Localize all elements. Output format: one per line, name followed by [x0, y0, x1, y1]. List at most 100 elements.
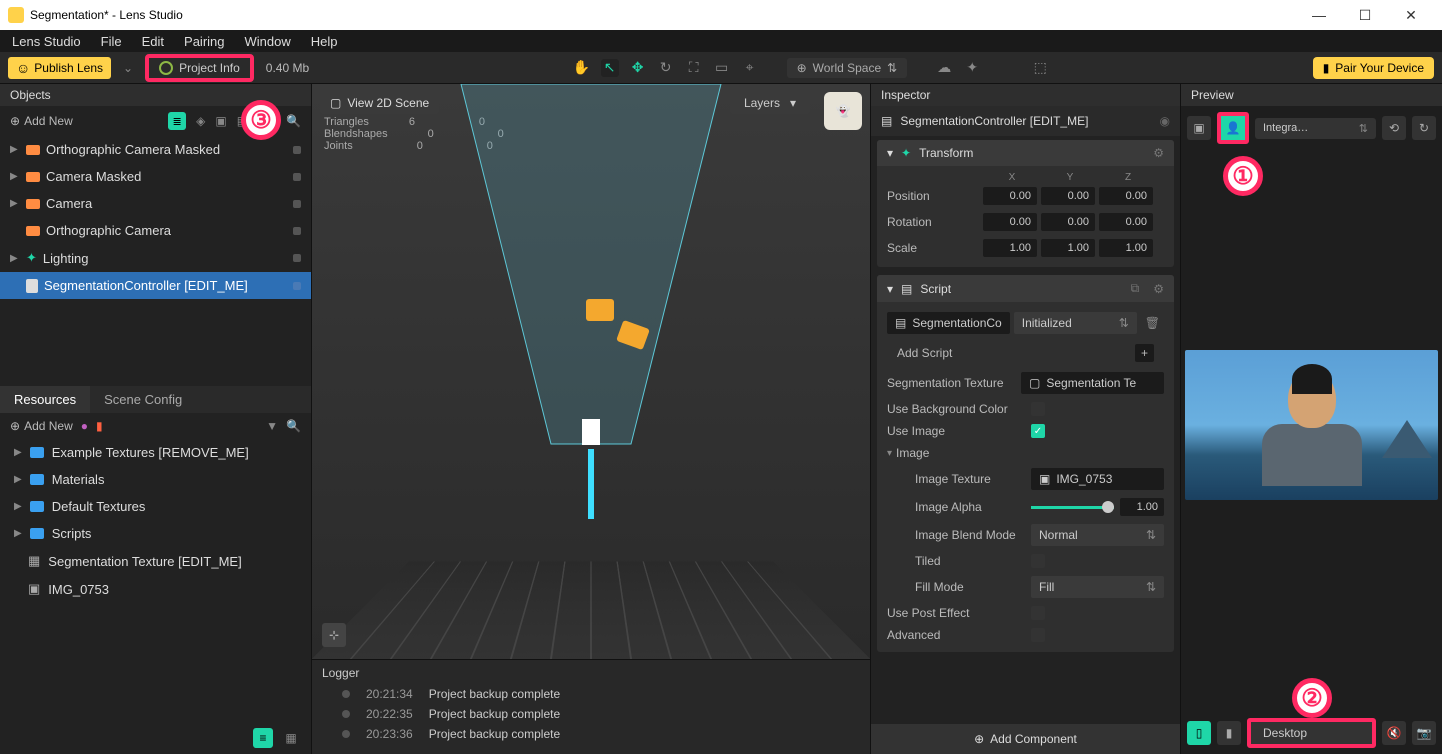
visibility-icon[interactable]: ◉ — [1160, 114, 1170, 128]
collapse-icon[interactable]: ▣ — [215, 114, 226, 128]
tiled-checkbox[interactable] — [1031, 554, 1045, 568]
transform-header[interactable]: ▾ ✦ Transform ⚙ — [877, 140, 1174, 166]
fill-mode-select[interactable]: Fill⇅ — [1031, 576, 1164, 598]
res-example-textures[interactable]: ▶Example Textures [REMOVE_ME] — [0, 439, 311, 466]
res-seg-texture[interactable]: ▦Segmentation Texture [EDIT_ME] — [0, 547, 311, 575]
trash-icon[interactable]: 🗑 — [1141, 316, 1164, 330]
grid-view-icon[interactable]: ▦ — [281, 728, 301, 748]
viewport-3d[interactable]: ▢ View 2D Scene Layers ▾ 👻 Triangles60 B… — [312, 84, 870, 659]
search-icon[interactable]: 🔍 — [286, 419, 301, 433]
preview-person-icon[interactable]: 👤 — [1217, 112, 1249, 144]
scale-y-input[interactable] — [1041, 239, 1095, 257]
rot-z-input[interactable] — [1099, 213, 1153, 231]
publish-lens-button[interactable]: ☺ Publish Lens — [8, 57, 111, 79]
pos-y-input[interactable] — [1041, 187, 1095, 205]
advanced-checkbox[interactable] — [1031, 628, 1045, 642]
minimize-button[interactable]: — — [1296, 0, 1342, 30]
pos-z-input[interactable] — [1099, 187, 1153, 205]
maximize-button[interactable]: ☐ — [1342, 0, 1388, 30]
cloud-icon[interactable]: ☁ — [935, 59, 953, 77]
visibility-toggle[interactable] — [293, 173, 301, 181]
menu-help[interactable]: Help — [311, 34, 338, 49]
menu-edit[interactable]: Edit — [142, 34, 164, 49]
rot-x-input[interactable] — [983, 213, 1037, 231]
res-default-textures[interactable]: ▶Default Textures — [0, 493, 311, 520]
preview-refresh-icon[interactable]: ↻ — [1412, 116, 1436, 140]
puzzle-icon[interactable]: ✦ — [963, 59, 981, 77]
gear-icon[interactable]: ⚙ — [1153, 282, 1164, 296]
gear-icon[interactable]: ⚙ — [1153, 146, 1164, 160]
menu-window[interactable]: Window — [245, 34, 291, 49]
search-icon[interactable]: 🔍 — [286, 114, 301, 128]
pos-x-input[interactable] — [983, 187, 1037, 205]
add-object-button[interactable]: ⊕ Add New — [10, 114, 73, 128]
res-materials[interactable]: ▶Materials — [0, 466, 311, 493]
world-space-dropdown[interactable]: ⊕ World Space ⇅ — [787, 58, 908, 78]
post-effect-checkbox[interactable] — [1031, 606, 1045, 620]
preview-camera-icon[interactable]: ▣ — [1187, 116, 1211, 140]
view-2d-button[interactable]: ▢ View 2D Scene — [320, 92, 439, 114]
cursor-icon[interactable]: ⬚ — [1031, 59, 1049, 77]
move-tool-icon[interactable]: ✥ — [629, 59, 647, 77]
visibility-toggle[interactable] — [293, 254, 301, 262]
blend-mode-select[interactable]: Normal⇅ — [1031, 524, 1164, 546]
focus-tool-icon[interactable]: ⌖ — [741, 59, 759, 77]
camera-object-1[interactable] — [586, 299, 614, 321]
scale-x-input[interactable] — [983, 239, 1037, 257]
image-texture-field[interactable]: ▣IMG_0753 — [1031, 468, 1164, 490]
list-view-icon[interactable]: ≡ — [253, 728, 273, 748]
tree-item-ortho-cam[interactable]: Orthographic Camera — [0, 217, 311, 244]
select-tool-icon[interactable]: ↖ — [601, 59, 619, 77]
menu-file[interactable]: File — [101, 34, 122, 49]
tab-resources[interactable]: Resources — [0, 386, 90, 413]
visibility-toggle[interactable] — [293, 227, 301, 235]
alpha-input[interactable] — [1120, 498, 1164, 516]
script-state-select[interactable]: Initialized⇅ — [1014, 312, 1137, 334]
hierarchy-filter-icon[interactable]: ≣ — [168, 112, 186, 130]
preview-mode-select[interactable]: Integra…⇅ — [1255, 118, 1376, 139]
rot-y-input[interactable] — [1041, 213, 1095, 231]
scale-z-input[interactable] — [1099, 239, 1153, 257]
tree-item-lighting[interactable]: ▶✦Lighting — [0, 244, 311, 272]
pair-device-button[interactable]: ▮ Pair Your Device — [1313, 57, 1434, 79]
close-button[interactable]: ✕ — [1388, 0, 1434, 30]
scale-tool-icon[interactable]: ⛶ — [685, 59, 703, 77]
layers-icon[interactable]: ◈ — [196, 114, 205, 128]
script-header[interactable]: ▾ ▤ Script ⧉ ⚙ — [877, 275, 1174, 302]
use-bg-checkbox[interactable] — [1031, 402, 1045, 416]
tree-item-ortho-cam-masked[interactable]: ▶Orthographic Camera Masked — [0, 136, 311, 163]
menu-lens-studio[interactable]: Lens Studio — [12, 34, 81, 49]
scene-object-white[interactable] — [582, 419, 600, 445]
preview-record-icon[interactable]: 📷 — [1412, 721, 1436, 745]
alpha-slider[interactable] — [1031, 506, 1114, 509]
rect-tool-icon[interactable]: ▭ — [713, 59, 731, 77]
preview-flip-icon[interactable]: ⟲ — [1382, 116, 1406, 140]
project-info-button[interactable]: Project Info — [145, 54, 254, 82]
snapchat-ghost-icon[interactable]: 👻 — [824, 92, 862, 130]
resource-icon-1[interactable]: ● — [81, 419, 88, 433]
add-script-button[interactable]: Add Script+ — [887, 338, 1164, 368]
preview-device-select[interactable]: Desktop — [1247, 718, 1376, 748]
rotate-tool-icon[interactable]: ↻ — [657, 59, 675, 77]
tree-item-camera[interactable]: ▶Camera — [0, 190, 311, 217]
add-resource-button[interactable]: ⊕ Add New — [10, 419, 73, 433]
script-reference[interactable]: ▤SegmentationCo — [887, 312, 1010, 334]
preview-tablet-icon[interactable]: ▮ — [1217, 721, 1241, 745]
use-image-checkbox[interactable]: ✓ — [1031, 424, 1045, 438]
res-img-0753[interactable]: ▣IMG_0753 — [0, 575, 311, 603]
tree-item-segmentation-controller[interactable]: SegmentationController [EDIT_ME] — [0, 272, 311, 299]
visibility-toggle[interactable] — [293, 146, 301, 154]
seg-texture-field[interactable]: ▢Segmentation Te — [1021, 372, 1164, 394]
tab-scene-config[interactable]: Scene Config — [90, 386, 196, 413]
publish-dropdown[interactable]: ⌄ — [119, 61, 137, 75]
menu-pairing[interactable]: Pairing — [184, 34, 224, 49]
res-scripts[interactable]: ▶Scripts — [0, 520, 311, 547]
preview-viewport[interactable] — [1185, 350, 1438, 500]
add-component-button[interactable]: ⊕ Add Component — [871, 724, 1180, 754]
axis-gizmo-icon[interactable]: ⊹ — [322, 623, 346, 647]
copy-icon[interactable]: ⧉ — [1131, 281, 1140, 296]
filter-icon[interactable]: ▼ — [266, 419, 278, 433]
visibility-toggle[interactable] — [293, 282, 301, 290]
visibility-toggle[interactable] — [293, 200, 301, 208]
image-collapse-icon[interactable]: ▾ — [887, 448, 892, 459]
